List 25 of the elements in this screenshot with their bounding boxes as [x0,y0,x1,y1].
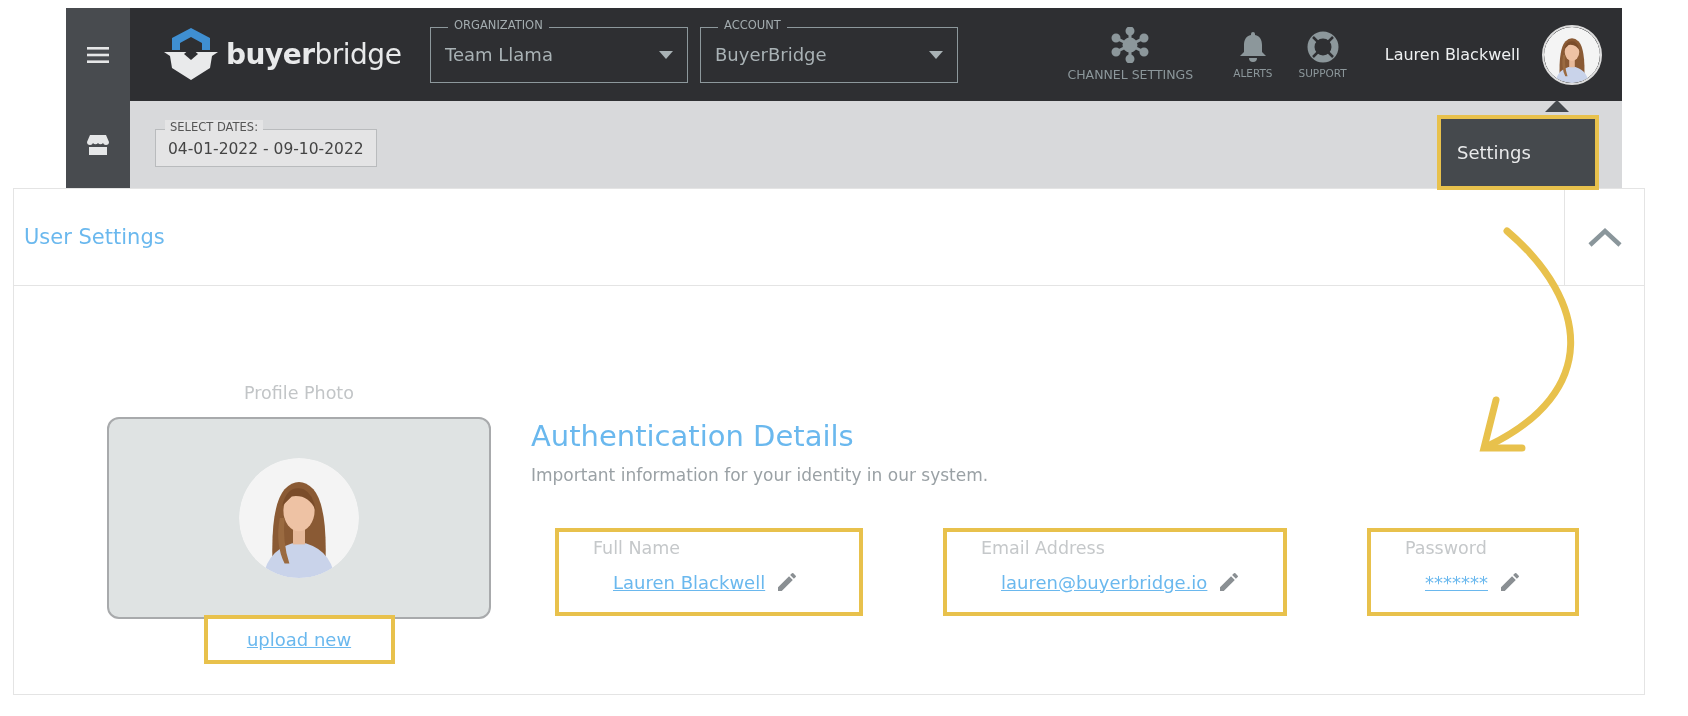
lifebuoy-icon [1306,30,1339,63]
menu-item[interactable]: Settings [1437,115,1599,190]
logo-text: buyerbridge [226,38,402,71]
dropdown-caret-icon [659,50,673,59]
photo-label: Profile Photo [244,383,354,403]
field-label: ORGANIZATION [448,17,549,32]
section-subtitle: Important information for your identity in our system. [531,465,990,485]
bell-icon [1238,30,1267,63]
field-label: Full Name [593,538,682,558]
nav-button[interactable]: ALERTS [1225,30,1281,79]
field-label: SELECT DATES: [165,119,264,134]
field-label: ACCOUNT [718,17,787,32]
pencil-icon[interactable] [1498,570,1522,594]
panel-title: User Settings [24,225,165,249]
dropdown-caret-icon [929,50,943,59]
field-label: Password [1405,538,1488,558]
field-label: Email Address [981,538,1106,558]
menu-icon[interactable] [87,46,109,63]
network-icon [1111,27,1150,63]
nav-button[interactable]: CHANNEL SETTINGS [1059,27,1202,82]
chevron-up-icon [1586,227,1623,247]
user-name[interactable]: Lauren Blackwell [1384,45,1520,64]
nav-button[interactable]: SUPPORT [1290,30,1355,79]
store-icon[interactable] [87,133,109,156]
section-title: Authentication Details [531,419,855,453]
